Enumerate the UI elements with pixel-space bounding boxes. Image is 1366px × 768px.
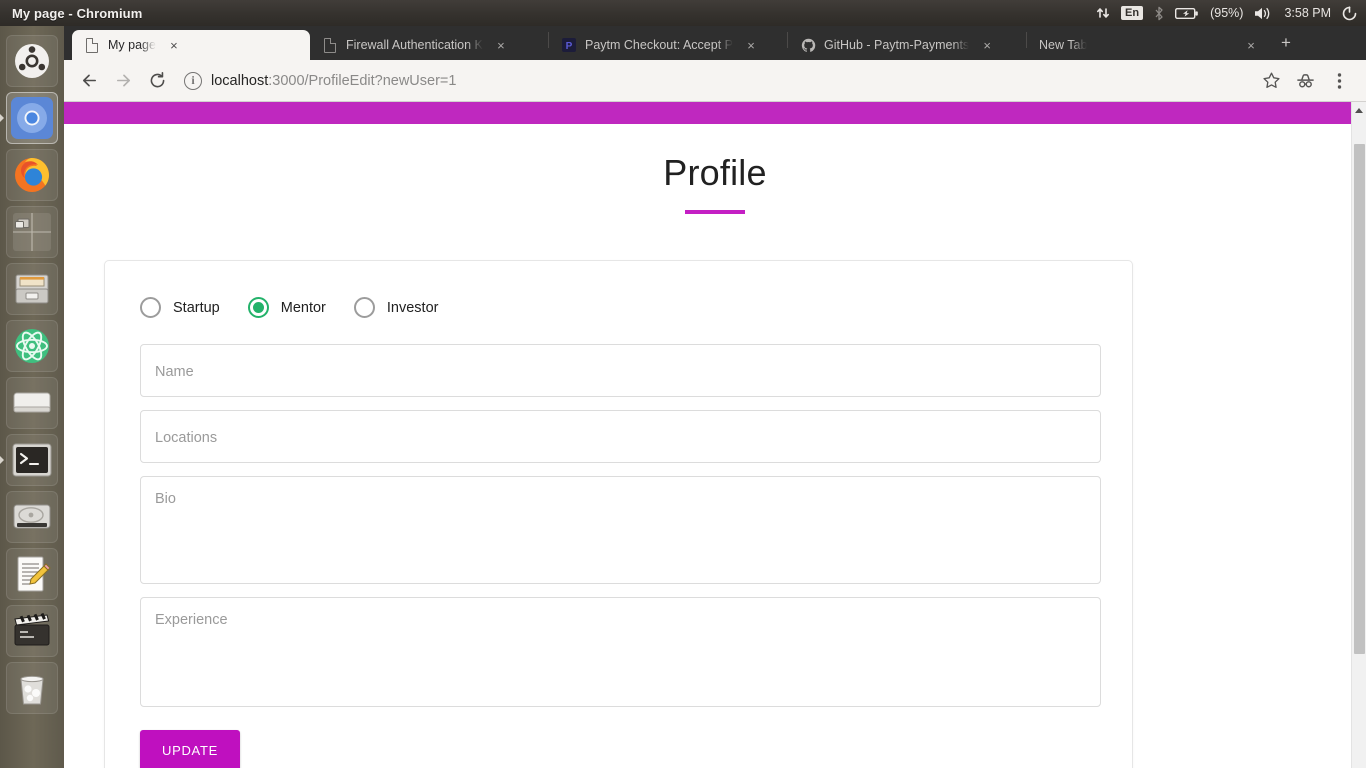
svg-text:P: P xyxy=(566,41,573,52)
tab-close-button[interactable]: × xyxy=(493,37,509,53)
tab-close-button[interactable]: × xyxy=(1243,37,1259,53)
incognito-icon[interactable] xyxy=(1290,66,1320,96)
bluetooth-icon[interactable] xyxy=(1154,6,1164,21)
launcher-item-atom[interactable] xyxy=(6,320,58,372)
trash-icon xyxy=(20,675,44,705)
url-path: :3000/ProfileEdit?newUser=1 xyxy=(268,72,457,89)
paytm-icon: P xyxy=(561,37,577,53)
system-tray: En (95%) 3:58 PM xyxy=(1096,5,1366,21)
files-cabinet-icon xyxy=(15,274,49,304)
tab-firewall-authentication[interactable]: Firewall Authentication K × xyxy=(310,30,548,60)
launcher-item-chromium[interactable] xyxy=(0,92,58,144)
back-arrow-icon[interactable] xyxy=(74,66,104,96)
clock-label[interactable]: 3:58 PM xyxy=(1284,6,1331,20)
address-bar[interactable]: i localhost:3000/ProfileEdit?newUser=1 xyxy=(184,67,1250,95)
chromium-icon xyxy=(11,97,53,139)
tab-new-tab[interactable]: New Tab × xyxy=(1027,30,1265,60)
tab-close-button[interactable]: × xyxy=(166,37,182,53)
reload-icon[interactable] xyxy=(142,66,172,96)
firefox-icon xyxy=(15,158,49,192)
launcher-item-text-editor[interactable] xyxy=(6,548,58,600)
radio-label: Startup xyxy=(173,299,220,316)
atom-icon xyxy=(15,329,49,363)
gear-icon[interactable] xyxy=(1342,5,1357,21)
unity-top-panel: My page - Chromium En (95%) 3:58 PM xyxy=(0,0,1366,26)
launcher-item-workspace-switcher[interactable] xyxy=(6,206,58,258)
radio-option-mentor[interactable]: Mentor xyxy=(247,297,326,318)
experience-textarea[interactable] xyxy=(140,597,1101,707)
new-tab-button[interactable]: + xyxy=(1273,31,1299,57)
tab-title: Firewall Authentication K xyxy=(346,38,483,52)
page-content: Profile Startup Mentor Investor Name Loc… xyxy=(64,124,1366,768)
browser-toolbar: i localhost:3000/ProfileEdit?newUser=1 xyxy=(64,60,1366,102)
launcher-item-video-player[interactable] xyxy=(6,605,58,657)
workspace-switcher-icon xyxy=(13,213,51,251)
tab-paytm-checkout[interactable]: P Paytm Checkout: Accept P × xyxy=(549,30,787,60)
chromium-window: My page × Firewall Authentication K × P … xyxy=(64,26,1366,768)
launcher-item-files[interactable] xyxy=(6,263,58,315)
page-scrollbar[interactable] xyxy=(1351,102,1366,768)
battery-icon[interactable] xyxy=(1175,7,1199,20)
hard-disk-icon xyxy=(13,504,51,529)
tab-title: New Tab xyxy=(1039,38,1088,52)
update-button[interactable]: UPDATE xyxy=(140,730,240,768)
page-accent-bar xyxy=(64,102,1366,124)
disk-drive-icon xyxy=(13,392,51,413)
bio-textarea[interactable] xyxy=(140,476,1101,584)
terminal-icon xyxy=(12,443,52,477)
star-icon[interactable] xyxy=(1256,66,1286,96)
tab-title: Paytm Checkout: Accept P xyxy=(585,38,733,52)
name-input[interactable] xyxy=(140,344,1101,397)
radio-mark[interactable] xyxy=(353,297,375,318)
tab-title: My page xyxy=(108,38,156,52)
radio-mark[interactable] xyxy=(247,297,269,318)
keyboard-layout-indicator[interactable]: En xyxy=(1121,6,1144,20)
page-icon xyxy=(84,37,100,53)
radio-option-startup[interactable]: Startup xyxy=(140,297,220,318)
network-updown-icon[interactable] xyxy=(1096,6,1110,20)
window-title: My page - Chromium xyxy=(12,5,143,21)
scroll-up-arrow-icon[interactable] xyxy=(1352,102,1366,119)
tab-close-button[interactable]: × xyxy=(979,37,995,53)
radio-label: Investor xyxy=(386,299,439,316)
page-icon xyxy=(322,37,338,53)
tab-close-button[interactable]: × xyxy=(743,37,759,53)
tab-my-page[interactable]: My page × xyxy=(72,30,310,60)
video-clapper-icon xyxy=(14,612,50,646)
launcher-item-trash[interactable] xyxy=(6,662,58,714)
launcher-item-software-center[interactable] xyxy=(6,377,58,429)
forward-arrow-icon[interactable] xyxy=(108,66,138,96)
volume-icon[interactable] xyxy=(1254,6,1273,21)
locations-input[interactable] xyxy=(140,410,1101,463)
radio-mark[interactable] xyxy=(140,297,161,318)
battery-percent-label: (95%) xyxy=(1210,6,1244,20)
title-underline xyxy=(685,210,745,214)
radio-option-investor[interactable]: Investor xyxy=(353,297,439,318)
tab-github-paytm-payments[interactable]: GitHub - Paytm-Payments × xyxy=(788,30,1026,60)
page-title: Profile xyxy=(663,152,767,193)
launcher-item-ubuntu-dash[interactable] xyxy=(6,35,58,87)
url-text: localhost:3000/ProfileEdit?newUser=1 xyxy=(211,73,456,89)
text-editor-icon xyxy=(17,556,51,592)
launcher-item-terminal[interactable] xyxy=(0,434,58,486)
url-host: localhost xyxy=(211,72,269,89)
github-icon xyxy=(800,37,816,53)
role-radio-group: Startup Mentor Investor xyxy=(140,297,1097,318)
profile-form-card: Startup Mentor Investor UPDATE xyxy=(104,260,1133,768)
scrollbar-thumb[interactable] xyxy=(1354,144,1365,654)
tab-title: GitHub - Paytm-Payments xyxy=(824,38,970,52)
launcher-item-disks[interactable] xyxy=(6,491,58,543)
info-icon[interactable]: i xyxy=(184,71,202,90)
ubuntu-logo-icon xyxy=(15,44,49,78)
tab-strip: My page × Firewall Authentication K × P … xyxy=(64,26,1366,60)
unity-launcher xyxy=(0,26,64,768)
radio-label: Mentor xyxy=(280,299,326,316)
page-header: Profile xyxy=(64,124,1366,214)
three-dot-menu-icon[interactable] xyxy=(1324,66,1354,96)
page-viewport: Profile Startup Mentor Investor Name Loc… xyxy=(64,102,1366,768)
launcher-item-firefox[interactable] xyxy=(6,149,58,201)
